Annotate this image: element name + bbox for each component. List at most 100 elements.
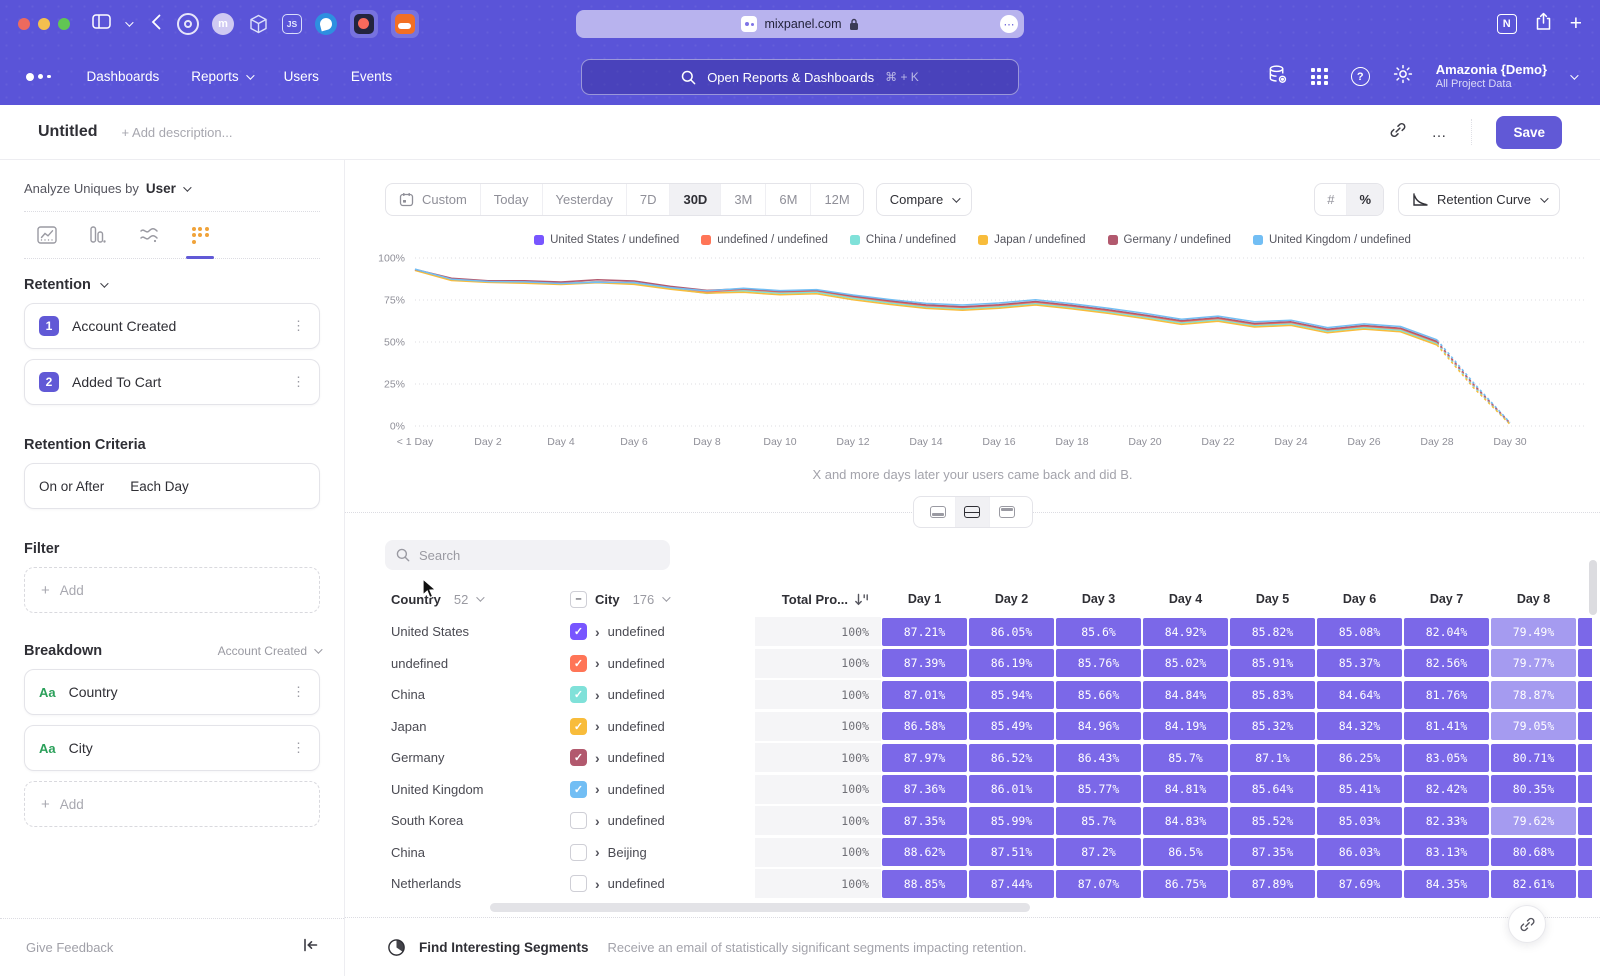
nav-item-events[interactable]: Events	[351, 69, 392, 84]
table-row[interactable]: Netherlands›undefined100%88.85%87.44%87.…	[385, 868, 1600, 900]
share-report-floating-button[interactable]	[1508, 905, 1546, 943]
retention-cell[interactable]: 87.2%	[1056, 838, 1141, 866]
retention-cell[interactable]: 86.05%	[969, 618, 1054, 646]
legend-item[interactable]: United States / undefined	[534, 234, 679, 246]
retention-step-2[interactable]: 2 Added To Cart ⋮	[24, 359, 320, 405]
retention-cell[interactable]: 85.99%	[969, 807, 1054, 835]
expand-chevron-icon[interactable]: ›	[595, 688, 600, 702]
retention-cell[interactable]: 87.07%	[1056, 870, 1141, 898]
add-filter-button[interactable]: + Add	[24, 567, 320, 613]
retention-cell[interactable]: 87.21%	[882, 618, 967, 646]
retention-cell[interactable]: 84.64%	[1317, 681, 1402, 709]
add-breakdown-button[interactable]: + Add	[24, 781, 320, 827]
retention-cell[interactable]: 84.19%	[1143, 712, 1228, 740]
day-column-header[interactable]: Day 4	[1142, 592, 1229, 606]
row-checkbox[interactable]: ✓	[570, 623, 587, 640]
give-feedback-link[interactable]: Give Feedback	[26, 940, 113, 955]
mixpanel-logo-icon[interactable]	[26, 73, 51, 81]
retention-cell[interactable]: 87.51%	[969, 838, 1054, 866]
table-row[interactable]: South Korea›undefined100%87.35%85.99%85.…	[385, 805, 1600, 837]
retention-cell[interactable]: 83.13%	[1404, 838, 1489, 866]
retention-cell[interactable]: 85.83%	[1230, 681, 1315, 709]
retention-cell[interactable]: 85.02%	[1143, 649, 1228, 677]
range-6m[interactable]: 6M	[766, 184, 811, 215]
table-row[interactable]: China›Beijing100%88.62%87.51%87.2%86.5%8…	[385, 837, 1600, 869]
retention-criteria-card[interactable]: On or After Each Day	[24, 463, 320, 509]
country-column-header[interactable]: Country 52	[385, 592, 570, 607]
breakdown-event-selector[interactable]: Account Created	[218, 644, 320, 658]
horizontal-scrollbar[interactable]	[385, 903, 1560, 912]
kebab-menu-icon[interactable]: ⋮	[292, 374, 305, 390]
retention-cell[interactable]: 85.7%	[1143, 744, 1228, 772]
range-7d[interactable]: 7D	[627, 184, 671, 215]
retention-cell[interactable]: 85.91%	[1230, 649, 1315, 677]
retention-cell[interactable]: 85.03%	[1317, 807, 1402, 835]
table-only-view-icon[interactable]	[990, 497, 1024, 527]
legend-item[interactable]: undefined / undefined	[701, 234, 828, 246]
vertical-scrollbar-thumb[interactable]	[1589, 560, 1597, 615]
expand-chevron-icon[interactable]: ›	[595, 719, 600, 733]
expand-chevron-icon[interactable]: ›	[595, 625, 600, 639]
retention-section-label[interactable]: Retention	[24, 277, 91, 293]
table-row[interactable]: Germany✓›undefined100%87.97%86.52%86.43%…	[385, 742, 1600, 774]
nav-item-reports[interactable]: Reports	[191, 69, 251, 84]
retention-cell[interactable]: 87.69%	[1317, 870, 1402, 898]
data-management-icon[interactable]	[1267, 64, 1288, 90]
retention-cell[interactable]: 84.96%	[1056, 712, 1141, 740]
chart-only-view-icon[interactable]	[922, 497, 956, 527]
row-checkbox[interactable]	[570, 875, 587, 892]
help-icon[interactable]: ?	[1351, 67, 1370, 86]
row-checkbox[interactable]: ✓	[570, 718, 587, 735]
retention-cell[interactable]: 80.35%	[1491, 775, 1576, 803]
retention-cell[interactable]: 85.76%	[1056, 649, 1141, 677]
retention-cell[interactable]: 86.01%	[969, 775, 1054, 803]
retention-cell[interactable]: 85.64%	[1230, 775, 1315, 803]
retention-cell[interactable]: 85.49%	[969, 712, 1054, 740]
retention-cell[interactable]: 86.5%	[1143, 838, 1228, 866]
retention-cell[interactable]: 85.41%	[1317, 775, 1402, 803]
criteria-interval[interactable]: Each Day	[130, 479, 189, 494]
table-row[interactable]: United States✓›undefined100%87.21%86.05%…	[385, 616, 1600, 648]
nav-item-users[interactable]: Users	[284, 69, 319, 84]
add-description-button[interactable]: + Add description...	[122, 125, 233, 140]
window-controls[interactable]	[18, 18, 70, 30]
retention-cell[interactable]: 87.1%	[1230, 744, 1315, 772]
tab-funnels[interactable]	[87, 224, 109, 246]
row-checkbox[interactable]	[570, 844, 587, 861]
soundcloud-extension-icon[interactable]	[391, 10, 419, 38]
retention-cell[interactable]: 85.52%	[1230, 807, 1315, 835]
retention-cell[interactable]: 85.94%	[969, 681, 1054, 709]
retention-cell[interactable]: 80.68%	[1491, 838, 1576, 866]
percent-values-toggle[interactable]: %	[1347, 184, 1383, 215]
expand-chevron-icon[interactable]: ›	[595, 656, 600, 670]
report-title[interactable]: Untitled	[38, 123, 98, 141]
apps-grid-icon[interactable]	[1311, 68, 1328, 85]
retention-step-1[interactable]: 1 Account Created ⋮	[24, 303, 320, 349]
tabs-chevron-down-icon[interactable]	[125, 18, 133, 26]
retention-cell[interactable]: 88.85%	[882, 870, 967, 898]
copy-link-icon[interactable]	[1389, 121, 1407, 144]
close-window-icon[interactable]	[18, 18, 30, 30]
retention-cell[interactable]: 85.32%	[1230, 712, 1315, 740]
retention-cell[interactable]: 87.36%	[882, 775, 967, 803]
retention-cell[interactable]: 84.84%	[1143, 681, 1228, 709]
retention-cell[interactable]: 85.08%	[1317, 618, 1402, 646]
retention-cell[interactable]: 86.52%	[969, 744, 1054, 772]
retention-cell[interactable]: 88.62%	[882, 838, 967, 866]
table-search-input[interactable]: Search	[385, 540, 670, 570]
retention-cell[interactable]: 82.33%	[1404, 807, 1489, 835]
retention-cell[interactable]: 87.39%	[882, 649, 967, 677]
row-checkbox[interactable]: ✓	[570, 781, 587, 798]
new-tab-icon[interactable]: +	[1570, 14, 1582, 34]
step-event-name[interactable]: Added To Cart	[72, 374, 161, 390]
retention-cell[interactable]: 87.44%	[969, 870, 1054, 898]
retention-chart[interactable]: 0%25%50%75%100%< 1 DayDay 2Day 4Day 6Day…	[355, 250, 1590, 456]
retention-cell[interactable]: 84.83%	[1143, 807, 1228, 835]
retention-cell[interactable]: 79.49%	[1491, 618, 1576, 646]
compare-button[interactable]: Compare	[876, 183, 972, 216]
day-column-header[interactable]: Day 3	[1055, 592, 1142, 606]
retention-cell[interactable]: 80.71%	[1491, 744, 1576, 772]
day-column-header[interactable]: Day 2	[968, 592, 1055, 606]
retention-cell[interactable]: 79.62%	[1491, 807, 1576, 835]
more-options-icon[interactable]: …	[1431, 124, 1447, 141]
